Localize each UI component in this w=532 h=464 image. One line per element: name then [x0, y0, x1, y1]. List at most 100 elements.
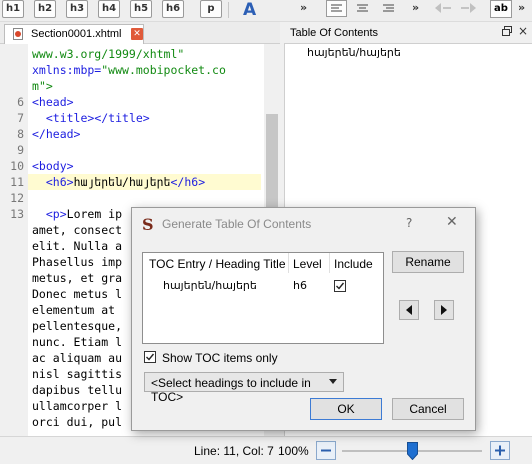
toc-entries-table[interactable]: TOC Entry / Heading Title Level Include …	[142, 252, 384, 344]
code-text: <head>	[32, 95, 74, 109]
outdent-icon[interactable]	[432, 0, 454, 18]
show-toc-only-label[interactable]: Show TOC items only	[162, 351, 278, 365]
toolbar-overflow-3[interactable]: »	[518, 0, 525, 16]
code-line[interactable]: xmlns:mbp="www.mobipocket.co	[0, 62, 264, 78]
checkmark-icon	[336, 282, 345, 290]
dialog-close-icon[interactable]: ✕	[446, 214, 458, 230]
line-number: 12	[10, 191, 24, 205]
column-header-include[interactable]: Include	[334, 257, 373, 271]
align-left-icon[interactable]	[326, 0, 348, 18]
code-text: </head>	[32, 127, 81, 141]
code-text: xmlns:mbp="www.mobipocket.co	[32, 63, 226, 77]
cursor-position: Line: 11, Col: 7	[194, 444, 274, 458]
cancel-button[interactable]: Cancel	[392, 398, 464, 420]
paragraph-button[interactable]: p	[200, 0, 222, 18]
column-divider	[288, 253, 289, 273]
heading-h1-button[interactable]: h1	[2, 0, 24, 18]
code-text: metus, et gra	[32, 271, 123, 285]
toolbar-overflow-1[interactable]: »	[300, 0, 307, 16]
select-headings-dropdown[interactable]: <Select headings to include in TOC>	[144, 372, 344, 404]
code-line[interactable]: 11 <h6>հայերեն/հայերե</h6>	[0, 174, 264, 190]
ok-button[interactable]: OK	[310, 398, 382, 420]
row-title[interactable]: հայերեն/հայերե	[163, 279, 257, 292]
code-line[interactable]: www.w3.org/1999/xhtml"	[0, 46, 264, 62]
code-text: dapibus tellu	[32, 383, 123, 397]
line-number: 10	[10, 159, 24, 173]
code-text: nisl sagittis	[32, 367, 123, 381]
code-text: elementum at	[32, 303, 116, 317]
code-line[interactable]: m">	[0, 78, 264, 94]
code-line[interactable]: 12	[0, 190, 264, 206]
code-line[interactable]: 10 <body>	[0, 158, 264, 174]
arrow-right-icon	[441, 305, 447, 315]
column-header-title[interactable]: TOC Entry / Heading Title	[149, 257, 286, 271]
align-right-icon[interactable]	[378, 0, 400, 18]
tab-close-icon[interactable]: ✕	[131, 28, 143, 40]
sigil-logo-icon: S	[142, 216, 154, 232]
arrow-left-icon	[406, 305, 412, 315]
heading-h3-button[interactable]: h3	[66, 0, 88, 18]
indent-icon[interactable]	[458, 0, 480, 18]
chevron-down-icon	[329, 379, 337, 384]
heading-h2-button[interactable]: h2	[34, 0, 56, 18]
status-bar: Line: 11, Col: 7 100%	[0, 436, 532, 464]
heading-h6-button[interactable]: h6	[162, 0, 184, 18]
code-text: amet, consect	[32, 223, 123, 237]
svg-text:S: S	[142, 216, 154, 232]
file-icon	[13, 28, 23, 40]
help-icon[interactable]: ?	[406, 216, 412, 230]
svg-text:A: A	[243, 0, 257, 18]
move-right-button[interactable]	[434, 300, 454, 320]
main-toolbar: h1 h2 h3 h4 h5 h6 p A » » ab »	[0, 0, 532, 22]
font-style-icon[interactable]: A	[240, 0, 262, 20]
line-number: 11	[10, 175, 24, 189]
code-text: <title></title>	[45, 111, 150, 125]
toolbar-overflow-2[interactable]: »	[412, 0, 419, 16]
include-checkbox[interactable]	[334, 280, 346, 292]
toc-entry[interactable]: հայերեն/հայերե	[307, 46, 401, 59]
spellcheck-button[interactable]: ab	[490, 0, 512, 18]
code-text: Phasellus imp	[32, 255, 123, 269]
show-toc-only-checkbox[interactable]	[144, 351, 156, 363]
zoom-in-button[interactable]	[490, 441, 510, 460]
code-text: ullamcorper l	[32, 399, 123, 413]
toolbar-separator	[228, 2, 229, 18]
code-line[interactable]: 6 <head>	[0, 94, 264, 110]
toc-panel-header: Table Of Contents ×	[284, 22, 532, 44]
toc-panel-close-icon[interactable]: ×	[518, 24, 528, 38]
plus-icon	[495, 445, 505, 456]
code-text: <body>	[32, 159, 74, 173]
code-text: orci dui, pul	[32, 415, 123, 429]
column-header-level[interactable]: Level	[293, 257, 322, 271]
tab-section0001[interactable]: Section0001.xhtml ✕	[4, 24, 144, 44]
line-number: 6	[17, 95, 24, 109]
code-text: elit. Nulla a	[32, 239, 123, 253]
align-center-icon[interactable]	[352, 0, 374, 18]
code-line[interactable]: 8 </head>	[0, 126, 264, 142]
code-text: <p>Lorem ip	[45, 207, 123, 221]
zoom-slider-thumb[interactable]	[407, 442, 418, 460]
tab-label: Section0001.xhtml	[31, 28, 122, 40]
code-line[interactable]: 9	[0, 142, 264, 158]
row-level: h6	[293, 279, 307, 292]
rename-button[interactable]: Rename	[392, 251, 464, 273]
code-text: <h6>հայերեն/հայերե</h6>	[45, 175, 206, 189]
toc-panel-title: Table Of Contents	[290, 27, 379, 39]
column-divider	[329, 253, 330, 273]
zoom-level: 100%	[278, 444, 309, 458]
code-line[interactable]: 7 <title></title>	[0, 110, 264, 126]
editor-tabbar: Section0001.xhtml ✕	[0, 22, 280, 44]
heading-h5-button[interactable]: h5	[130, 0, 152, 18]
line-number: 13	[10, 207, 24, 221]
move-left-button[interactable]	[399, 300, 419, 320]
checkmark-icon	[146, 353, 155, 361]
code-text: m">	[32, 79, 53, 93]
code-text: www.w3.org/1999/xhtml"	[32, 47, 185, 61]
zoom-out-button[interactable]	[316, 441, 336, 460]
dialog-title: Generate Table Of Contents	[162, 217, 312, 231]
heading-h4-button[interactable]: h4	[98, 0, 120, 18]
minus-icon	[321, 449, 331, 452]
generate-toc-dialog: S Generate Table Of Contents ? ✕ TOC Ent…	[131, 207, 476, 431]
code-text: ac aliquam au	[32, 351, 123, 365]
float-panel-icon[interactable]	[502, 26, 512, 36]
